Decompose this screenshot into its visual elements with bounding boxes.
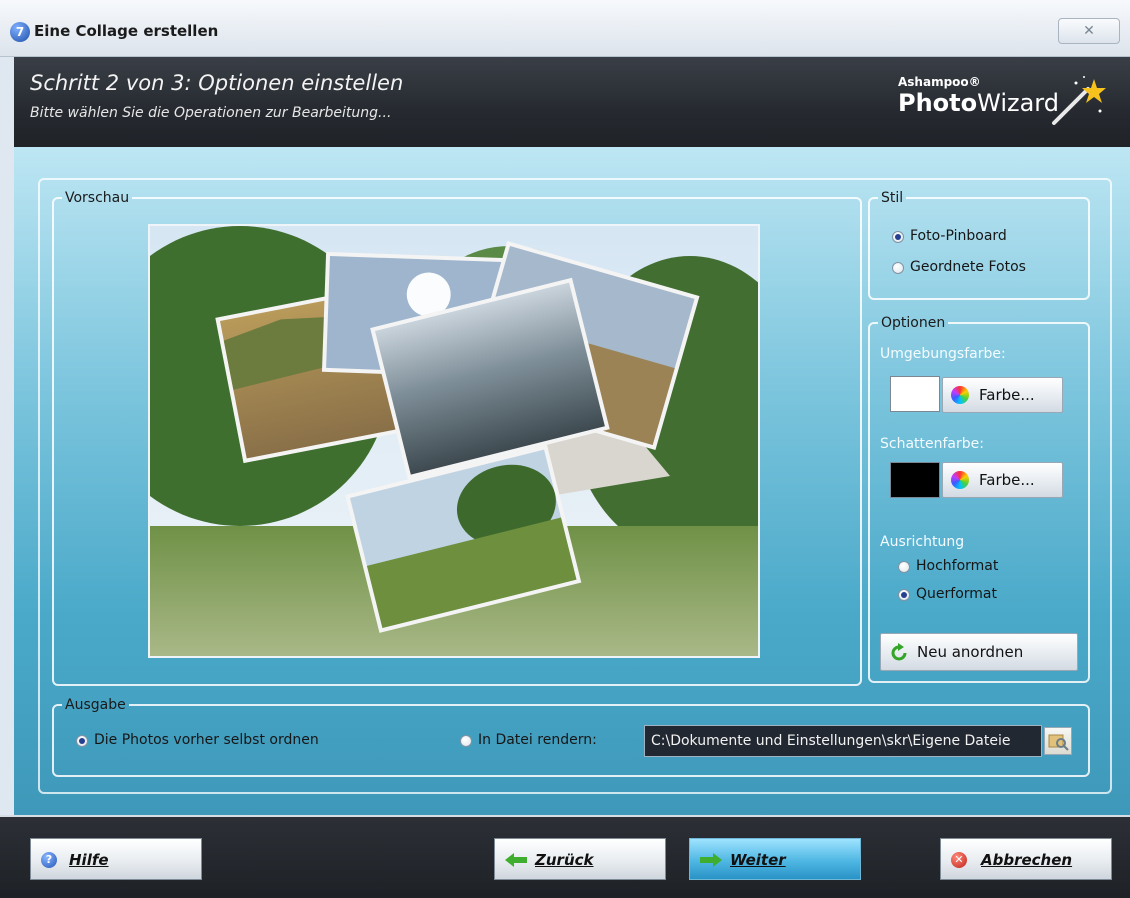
surround-color-label: Umgebungsfarbe: xyxy=(880,346,1006,362)
main-panel: Vorschau Stil Foto-Pinboard Geordnete Fo… xyxy=(14,147,1130,815)
shadow-color-label: Schattenfarbe: xyxy=(880,436,984,452)
help-icon: ? xyxy=(41,852,57,868)
refresh-icon xyxy=(891,643,907,661)
radio-foto-pinboard-label[interactable]: Foto-Pinboard xyxy=(910,228,1007,244)
surround-color-swatch xyxy=(890,376,940,412)
collage-preview xyxy=(148,224,760,658)
radio-hochformat-label[interactable]: Hochformat xyxy=(916,558,998,574)
radio-render-file[interactable] xyxy=(460,735,472,747)
radio-geordnete-fotos[interactable] xyxy=(892,262,904,274)
browse-button[interactable] xyxy=(1044,727,1072,755)
arrow-right-icon xyxy=(700,853,722,867)
collage-preview-image xyxy=(150,226,758,656)
radio-self-arrange-label[interactable]: Die Photos vorher selbst ordnen xyxy=(94,732,319,748)
radio-hochformat[interactable] xyxy=(898,561,910,573)
cancel-icon: ✕ xyxy=(951,852,967,868)
color-wheel-icon xyxy=(951,471,969,489)
folder-search-icon xyxy=(1048,734,1069,751)
cancel-button-label: Abbrechen xyxy=(981,851,1073,869)
options-legend: Optionen xyxy=(881,315,946,331)
shadow-color-button[interactable]: Farbe... xyxy=(942,462,1063,498)
cancel-button[interactable]: ✕ Abbrechen xyxy=(940,838,1112,880)
radio-self-arrange[interactable] xyxy=(76,735,88,747)
logo-name-rest: Wizard xyxy=(977,89,1059,117)
rearrange-button[interactable]: Neu anordnen xyxy=(880,633,1078,671)
next-button-label: Weiter xyxy=(730,851,786,869)
footer-bar: ? Hilfe Zurück Weiter ✕ Abbrechen xyxy=(0,815,1130,898)
logo-brand: Ashampoo® xyxy=(898,75,981,89)
radio-render-file-label[interactable]: In Datei rendern: xyxy=(478,732,597,748)
arrow-left-icon xyxy=(505,853,527,867)
radio-geordnete-fotos-label[interactable]: Geordnete Fotos xyxy=(910,259,1026,275)
help-button[interactable]: ? Hilfe xyxy=(30,838,202,880)
logo-name-bold: Photo xyxy=(898,89,978,117)
surround-color-button-label: Farbe... xyxy=(979,386,1035,404)
back-button-label: Zurück xyxy=(535,851,594,869)
help-button-label: Hilfe xyxy=(69,851,109,869)
surround-color-button[interactable]: Farbe... xyxy=(942,377,1063,413)
magic-wand-icon xyxy=(1052,76,1106,125)
radio-querformat[interactable] xyxy=(898,589,910,601)
output-legend: Ausgabe xyxy=(65,697,126,713)
step-title: Schritt 2 von 3: Optionen einstellen xyxy=(30,71,404,95)
next-button[interactable]: Weiter xyxy=(689,838,861,880)
app-icon: 7 xyxy=(10,22,30,42)
options-group: Optionen xyxy=(868,315,1090,683)
step-subtitle: Bitte wählen Sie die Operationen zur Bea… xyxy=(30,105,392,121)
wizard-window: 7 Eine Collage erstellen ✕ Schritt 2 von… xyxy=(0,0,1130,898)
radio-querformat-label[interactable]: Querformat xyxy=(916,586,997,602)
shadow-color-button-label: Farbe... xyxy=(979,471,1035,489)
style-legend: Stil xyxy=(881,190,904,206)
back-button[interactable]: Zurück xyxy=(494,838,666,880)
radio-foto-pinboard[interactable] xyxy=(892,231,904,243)
style-group: Stil xyxy=(868,190,1090,300)
close-button[interactable]: ✕ xyxy=(1058,18,1120,44)
preview-legend: Vorschau xyxy=(65,190,130,206)
rearrange-button-label: Neu anordnen xyxy=(917,643,1024,661)
shadow-color-swatch xyxy=(890,462,940,498)
title-bar: 7 Eine Collage erstellen ✕ xyxy=(0,0,1130,57)
output-path-field[interactable]: C:\Dokumente und Einstellungen\skr\Eigen… xyxy=(644,725,1042,757)
color-wheel-icon xyxy=(951,386,969,404)
orientation-label: Ausrichtung xyxy=(880,534,965,550)
wizard-header: Schritt 2 von 3: Optionen einstellen Bit… xyxy=(14,57,1130,147)
logo-name: PhotoWizard xyxy=(898,89,1059,117)
window-title: Eine Collage erstellen xyxy=(34,22,219,40)
